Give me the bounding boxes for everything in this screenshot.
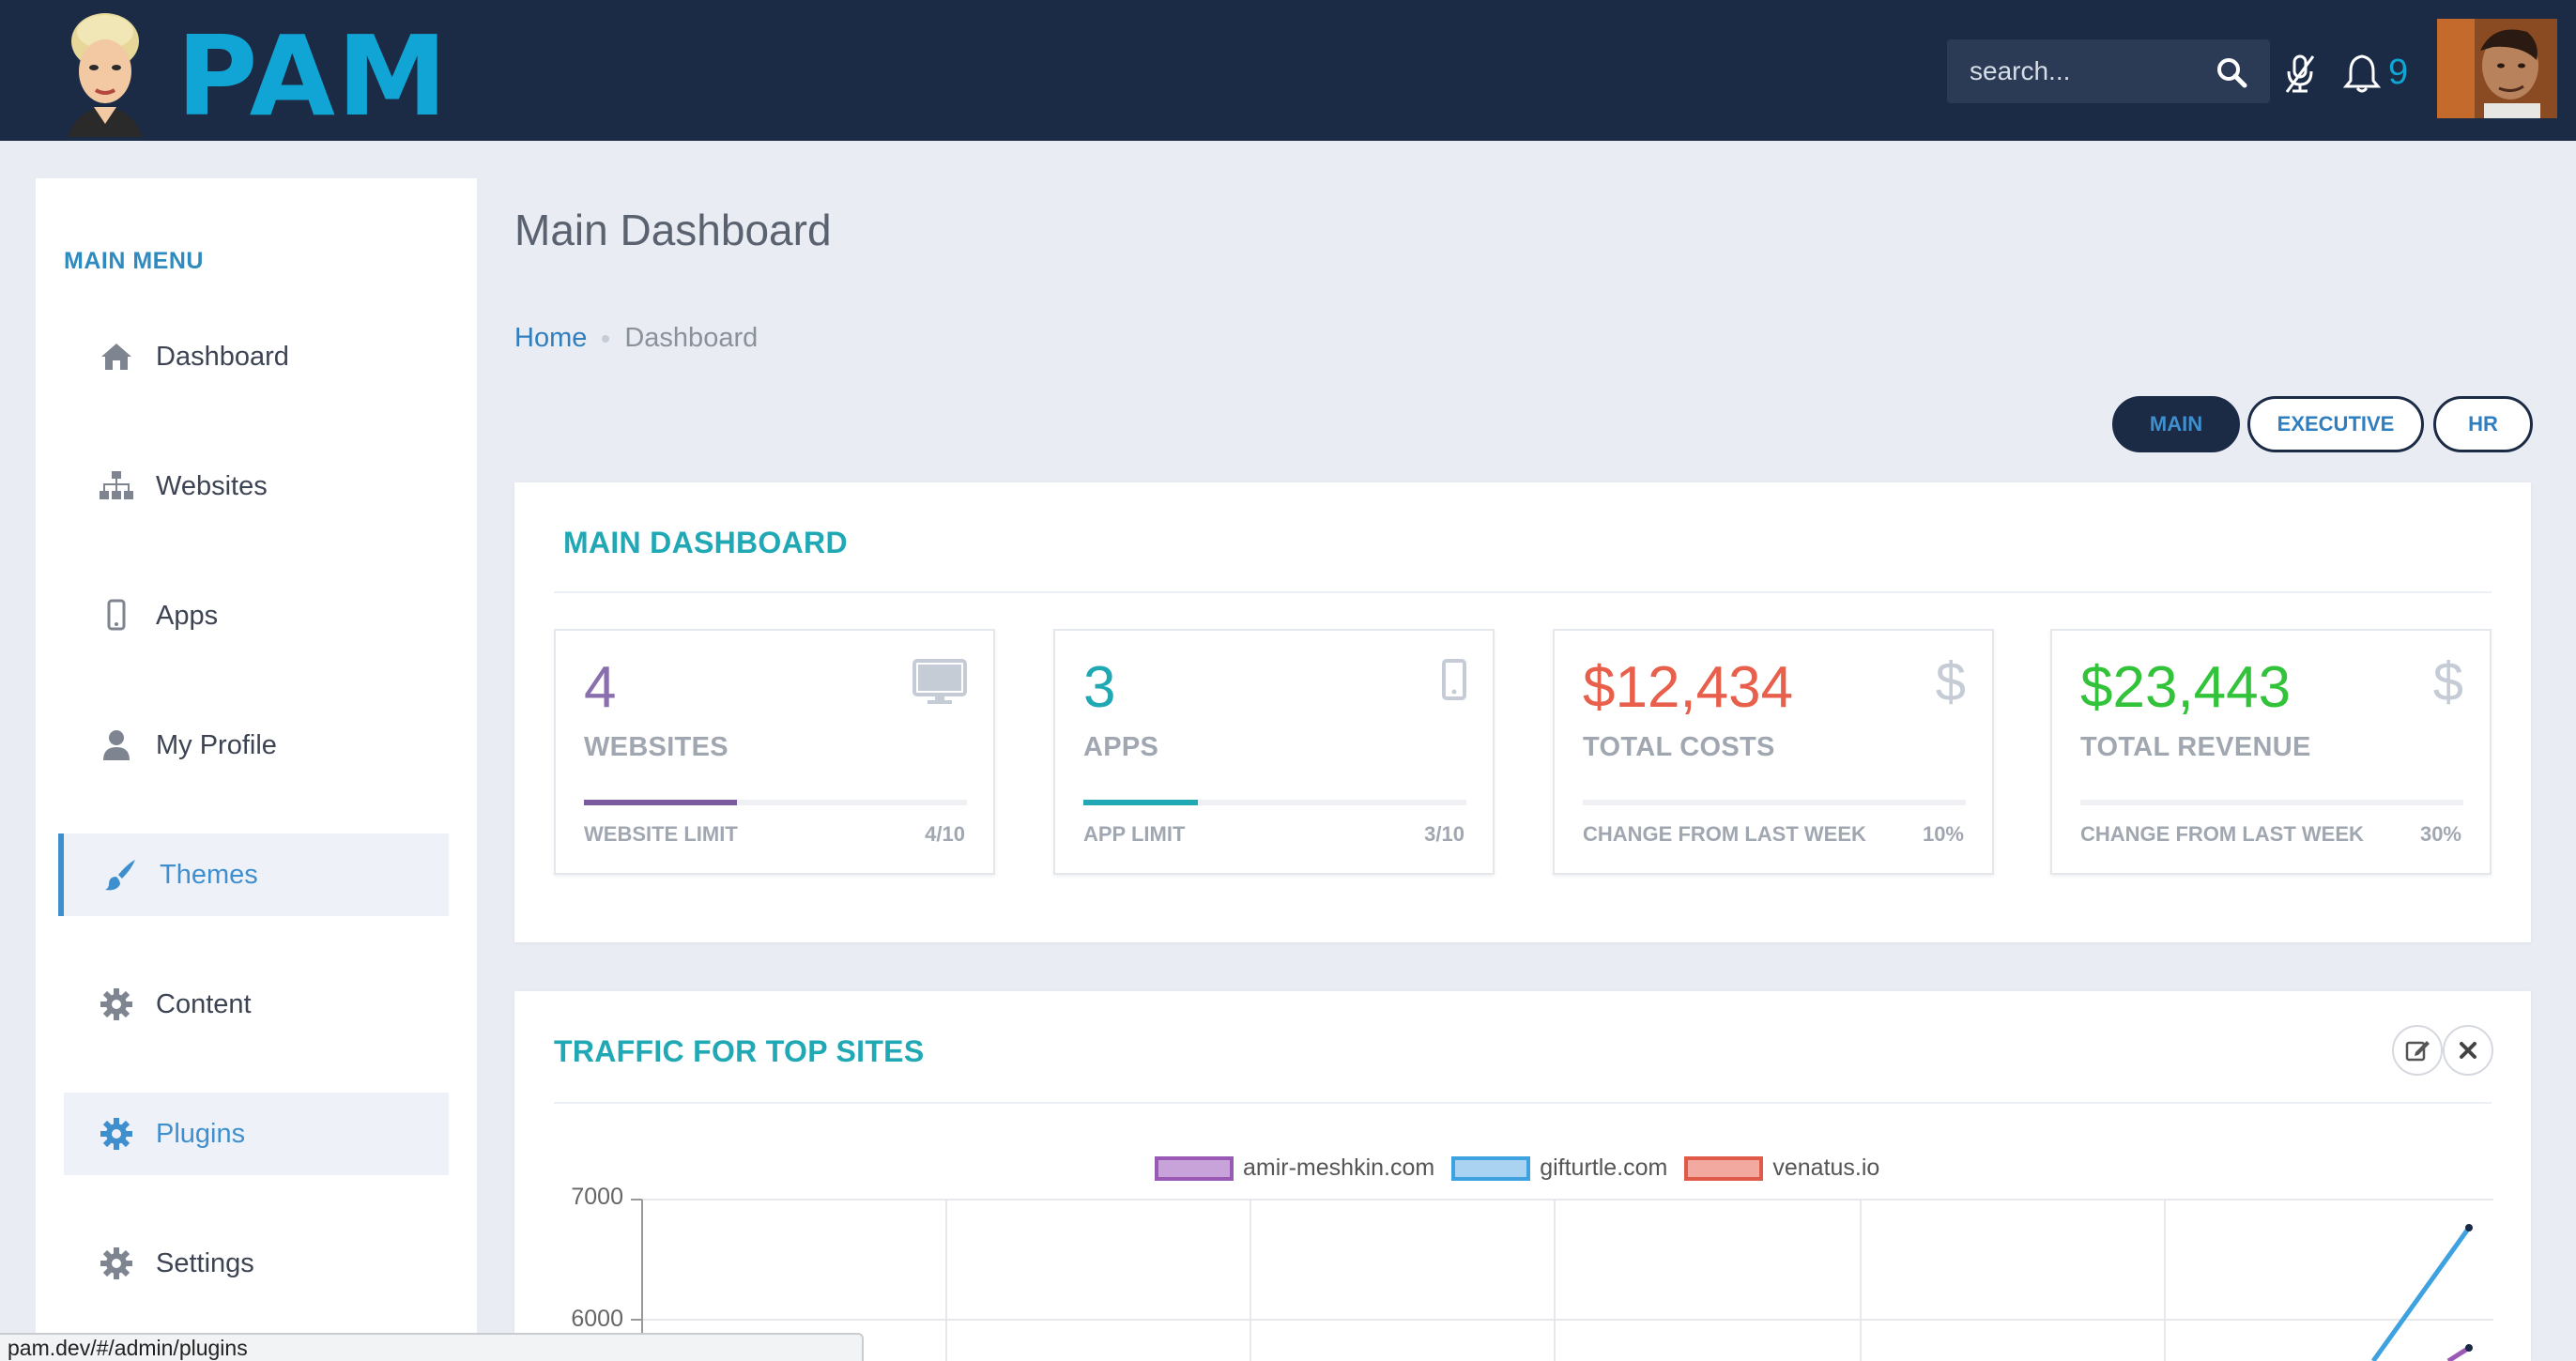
progress-bar <box>584 800 967 805</box>
stat-footer-value: 10% <box>1922 822 1964 846</box>
progress-bar <box>1583 800 1966 805</box>
panel-divider <box>554 591 2492 593</box>
stat-label: WEBSITES <box>584 732 728 762</box>
stat-card-total-costs[interactable]: $12,434 TOTAL COSTS $ CHANGE FROM LAST W… <box>1553 629 1994 875</box>
edit-panel-button[interactable] <box>2392 1025 2443 1076</box>
stat-footer-value: 4/10 <box>925 822 965 846</box>
stat-value: 4 <box>584 655 617 720</box>
stat-footer-value: 3/10 <box>1424 822 1464 846</box>
chart-gridlines <box>642 1199 2493 1361</box>
mobile-icon <box>1442 659 1466 700</box>
sitemap-icon <box>100 471 133 499</box>
edit-icon <box>2405 1041 2430 1062</box>
close-panel-button[interactable] <box>2443 1025 2493 1076</box>
logo-avatar[interactable] <box>49 6 161 137</box>
breadcrumb-home-link[interactable]: Home <box>514 323 587 354</box>
stat-label: TOTAL COSTS <box>1583 732 1775 762</box>
gear-icon <box>100 1247 132 1279</box>
legend-label: gifturtle.com <box>1540 1155 1668 1181</box>
data-point[interactable] <box>2465 1224 2473 1231</box>
search-input[interactable] <box>1947 39 2210 103</box>
data-point[interactable] <box>2465 1344 2473 1352</box>
legend-swatch <box>1155 1155 1234 1181</box>
sidebar-item-dashboard[interactable]: Dashboard <box>64 315 449 398</box>
user-avatar[interactable] <box>2437 19 2557 118</box>
gear-icon <box>100 1118 132 1150</box>
legend-swatch <box>1451 1155 1531 1181</box>
sidebar-item-label: Apps <box>156 600 219 631</box>
sidebar-item-label: Plugins <box>156 1118 246 1149</box>
progress-bar <box>2080 800 2463 805</box>
panel-title: TRAFFIC FOR TOP SITES <box>554 1034 925 1068</box>
sidebar-item-label: Websites <box>156 470 268 501</box>
gear-icon <box>100 988 132 1020</box>
stat-label: APPS <box>1083 732 1159 762</box>
sidebar-item-content[interactable]: Content <box>64 963 449 1046</box>
stat-card-total-revenue[interactable]: $23,443 TOTAL REVENUE $ CHANGE FROM LAST… <box>2050 629 2492 875</box>
sidebar-item-label: Content <box>156 988 252 1019</box>
sidebar-item-settings[interactable]: Settings <box>64 1222 449 1305</box>
dollar-icon: $ <box>1935 651 1966 712</box>
home-icon <box>101 344 131 370</box>
sidebar: MAIN MENU Dashboard Websites Apps My Pro… <box>36 178 477 1361</box>
top-navbar: PAM 9 <box>0 0 2576 141</box>
legend-label: amir-meshkin.com <box>1243 1155 1435 1181</box>
stat-card-apps[interactable]: 3 APPS APP LIMIT 3/10 <box>1053 629 1495 875</box>
breadcrumb: Home Dashboard <box>514 323 758 354</box>
progress-bar-fill <box>584 800 738 805</box>
stat-card-websites[interactable]: 4 WEBSITES WEBSITE LIMIT 4/10 <box>554 629 995 875</box>
browser-status-url: pam.dev/#/admin/plugins <box>0 1333 864 1361</box>
sidebar-item-themes[interactable]: Themes <box>58 833 449 916</box>
y-tick-label: 7000 <box>571 1184 623 1210</box>
chart-legend: amir-meshkin.com gifturtle.com venatus.i… <box>1155 1155 1896 1182</box>
tab-hr[interactable]: HR <box>2433 396 2533 452</box>
sidebar-item-label: Settings <box>156 1247 254 1278</box>
sidebar-item-websites[interactable]: Websites <box>64 445 449 528</box>
stat-value: $12,434 <box>1583 655 1794 720</box>
stat-value: $23,443 <box>2080 655 2292 720</box>
sidebar-item-my-profile[interactable]: My Profile <box>64 704 449 787</box>
panel-title: MAIN DASHBOARD <box>563 526 848 559</box>
page-title: Main Dashboard <box>514 206 832 254</box>
sidebar-item-plugins[interactable]: Plugins <box>64 1093 449 1175</box>
progress-bar-fill <box>1083 800 1199 805</box>
bell-icon[interactable] <box>2343 53 2381 94</box>
search-icon[interactable] <box>2216 56 2247 88</box>
stat-footer-value: 30% <box>2419 822 2461 846</box>
dollar-icon: $ <box>2432 651 2463 712</box>
main-menu-title: MAIN MENU <box>64 248 204 274</box>
tab-executive[interactable]: EXECUTIVE <box>2247 396 2424 452</box>
app-logo-text[interactable]: PAM <box>176 21 449 131</box>
legend-item[interactable]: venatus.io <box>1684 1155 1879 1182</box>
progress-bar <box>1083 800 1466 805</box>
stat-value: 3 <box>1083 655 1116 720</box>
stat-footer-label: APP LIMIT <box>1083 822 1186 846</box>
mic-muted-icon[interactable] <box>2283 53 2317 94</box>
stat-footer-label: CHANGE FROM LAST WEEK <box>1583 822 1866 846</box>
breadcrumb-separator <box>602 334 610 343</box>
legend-label: venatus.io <box>1772 1155 1880 1181</box>
user-icon <box>103 730 130 760</box>
stat-label: TOTAL REVENUE <box>2080 732 2311 762</box>
sidebar-item-label: Dashboard <box>156 341 289 372</box>
notification-count[interactable]: 9 <box>2388 53 2408 93</box>
sidebar-item-apps[interactable]: Apps <box>64 574 449 657</box>
legend-swatch <box>1684 1155 1764 1181</box>
brush-icon <box>105 860 135 891</box>
tab-main[interactable]: MAIN <box>2112 396 2240 452</box>
breadcrumb-current: Dashboard <box>624 323 759 353</box>
series-line-gifturtle <box>2370 1226 2472 1361</box>
y-tick-label: 6000 <box>571 1306 623 1332</box>
legend-item[interactable]: amir-meshkin.com <box>1155 1155 1434 1182</box>
sidebar-item-label: Themes <box>160 859 258 890</box>
sidebar-item-label: My Profile <box>156 729 277 760</box>
monitor-icon <box>912 659 967 704</box>
close-icon <box>2460 1042 2476 1059</box>
mobile-icon <box>107 599 126 631</box>
stat-footer-label: WEBSITE LIMIT <box>584 822 738 846</box>
stat-footer-label: CHANGE FROM LAST WEEK <box>2080 822 2364 846</box>
legend-item[interactable]: gifturtle.com <box>1451 1155 1667 1182</box>
panel-divider <box>554 1102 2492 1104</box>
